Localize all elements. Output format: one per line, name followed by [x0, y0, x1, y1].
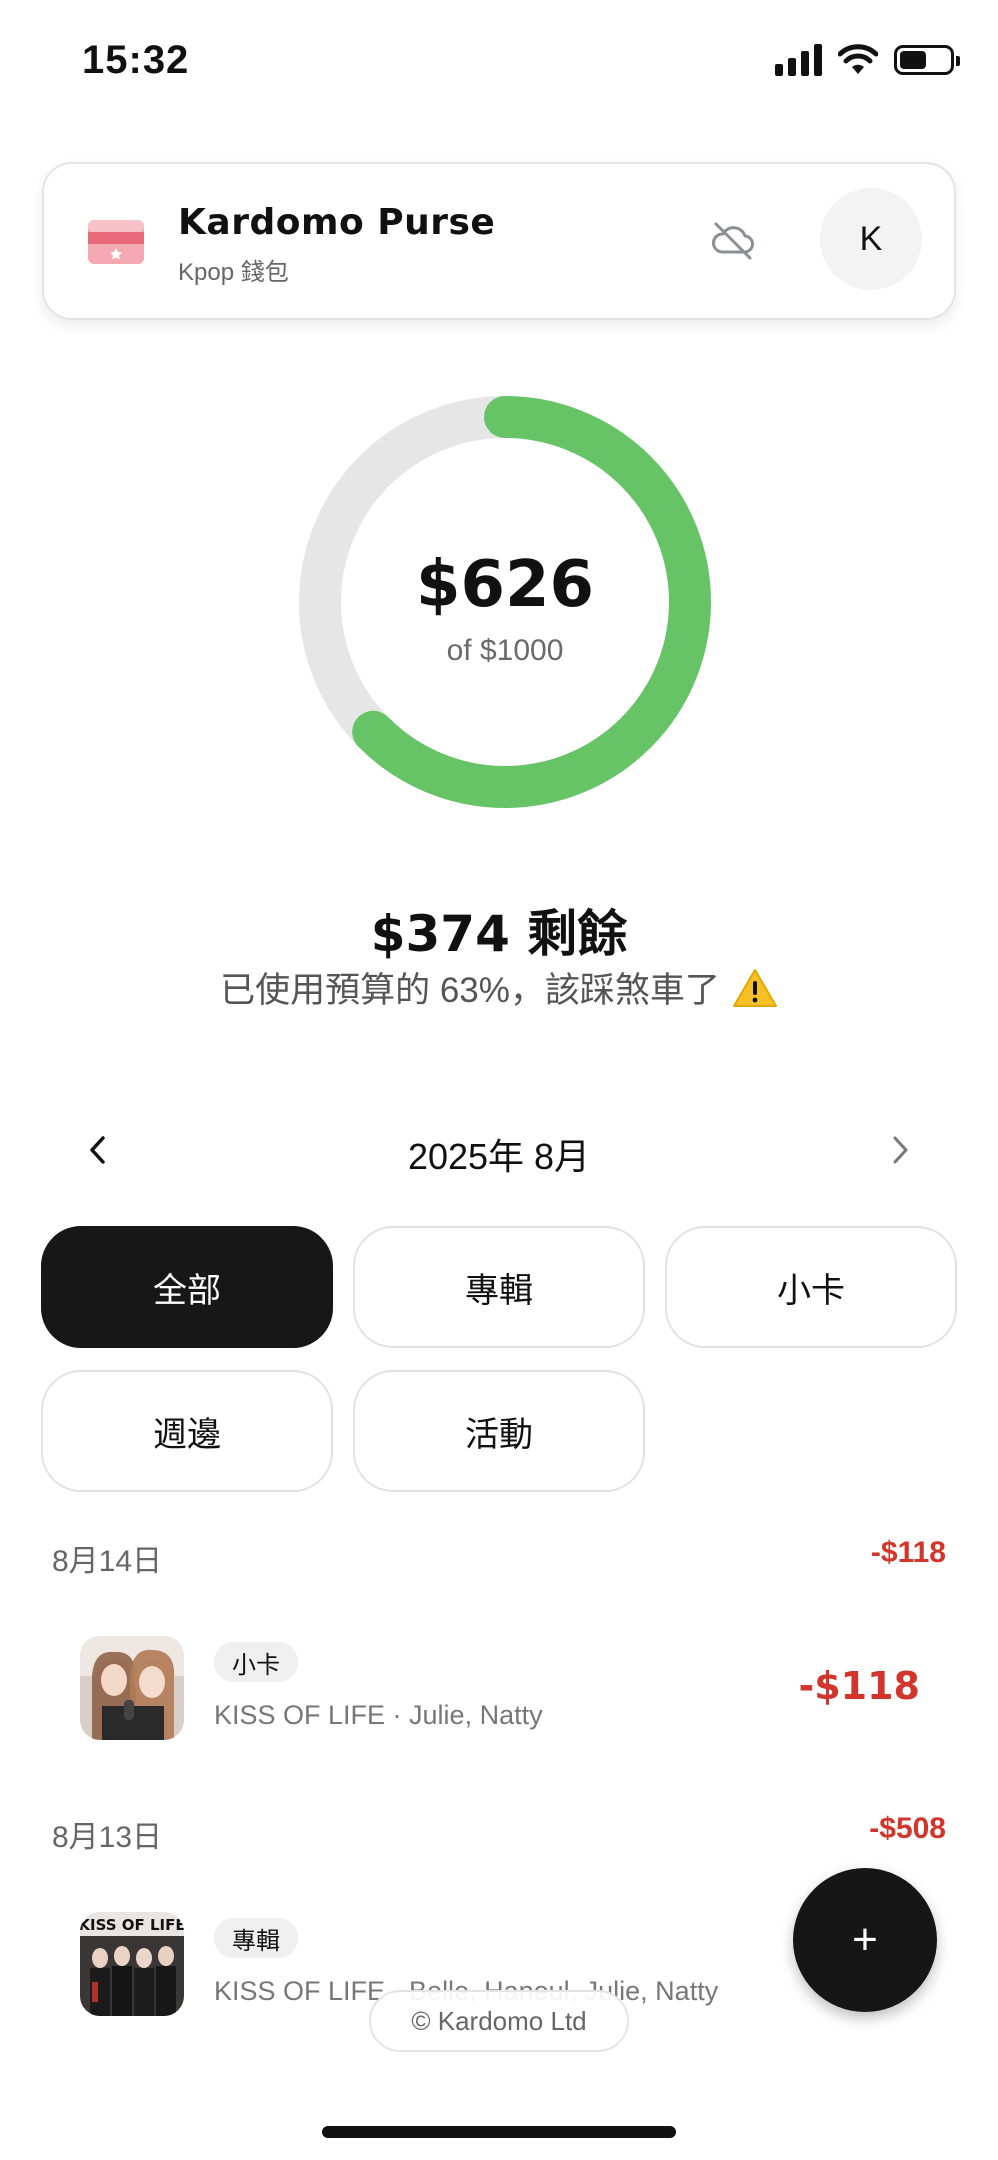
purse-logo-icon	[88, 220, 144, 264]
category-tag: 專輯	[214, 1918, 298, 1958]
month-navigator: 2025年 8月	[0, 1110, 998, 1190]
spent-amount: $626	[415, 548, 595, 622]
usage-status: 已使用預算的 63%，該踩煞車了	[0, 962, 998, 1013]
date-label: 8月13日	[52, 1821, 163, 1854]
date-total: -$118	[870, 1536, 946, 1569]
warning-icon	[732, 968, 777, 1007]
date-total: -$508	[869, 1812, 946, 1845]
cellular-signal-icon	[775, 44, 822, 76]
home-indicator	[322, 2126, 676, 2138]
status-icons	[775, 44, 960, 76]
app-title: Kardomo Purse	[178, 202, 496, 243]
filter-chip-merch[interactable]: 週邊	[41, 1370, 333, 1492]
battery-icon	[894, 45, 960, 75]
remaining-amount: $374 剩餘	[370, 905, 628, 963]
footer-copyright: © Kardomo Ltd	[369, 1990, 629, 2052]
chevron-right-icon	[893, 1136, 908, 1164]
avatar[interactable]: K	[820, 188, 922, 290]
album-cover-text: KISS OF LIFE	[80, 1916, 184, 1934]
usage-text: 已使用預算的 63%，該踩煞車了	[220, 971, 720, 1010]
wifi-icon	[838, 44, 878, 74]
date-group-header: 8月14日 -$118	[52, 1536, 946, 1580]
photocard-thumbnail	[80, 1636, 184, 1740]
add-transaction-button[interactable]: +	[793, 1868, 937, 2012]
plus-icon: +	[852, 1915, 878, 1964]
status-bar: 15:32	[0, 0, 998, 120]
category-tag: 小卡	[214, 1642, 298, 1682]
budget-total: of $1000	[446, 634, 564, 667]
next-month-button[interactable]	[870, 1120, 930, 1180]
month-label: 2025年 8月	[407, 1136, 591, 1177]
filter-chip-album[interactable]: 專輯	[353, 1226, 645, 1348]
transaction-description: KISS OF LIFE · Julie, Natty	[214, 1700, 543, 1730]
transaction-amount: -$118	[798, 1664, 920, 1708]
transaction-row[interactable]: 小卡 KISS OF LIFE · Julie, Natty -$118	[80, 1636, 920, 1746]
app-subtitle: Kpop 錢包	[178, 259, 289, 286]
filter-chip-all[interactable]: 全部	[41, 1226, 333, 1348]
date-label: 8月14日	[52, 1545, 163, 1578]
album-thumbnail: KISS OF LIFE	[80, 1912, 184, 2016]
header-card: Kardomo Purse Kpop 錢包 K	[42, 162, 956, 320]
filter-chip-event[interactable]: 活動	[353, 1370, 645, 1492]
filter-chip-photocard[interactable]: 小卡	[665, 1226, 957, 1348]
date-group-header: 8月13日 -$508	[52, 1812, 946, 1856]
cloud-off-icon[interactable]	[710, 220, 756, 260]
status-time: 15:32	[82, 38, 190, 82]
